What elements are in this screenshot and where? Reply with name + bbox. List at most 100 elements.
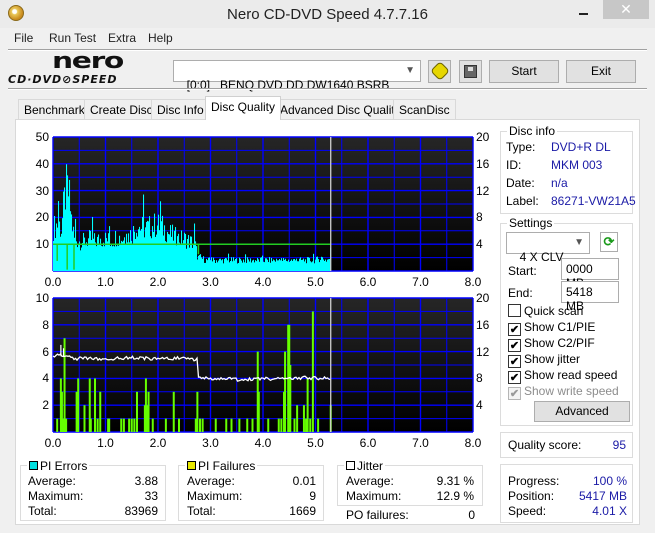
speed-select[interactable]: 4 X CLV ▼ bbox=[506, 232, 590, 264]
pie-bar bbox=[96, 246, 98, 271]
save-button[interactable] bbox=[459, 60, 482, 83]
pie-bar bbox=[286, 260, 288, 271]
pie-bar bbox=[125, 243, 127, 271]
y-tick-label: 8 bbox=[42, 317, 49, 332]
exit-button[interactable]: Exit bbox=[566, 60, 636, 83]
checkbox-show-read-speed[interactable]: ✔ Show read speed bbox=[508, 368, 617, 384]
x-tick-label: 7.0 bbox=[412, 275, 429, 289]
pie-bar bbox=[282, 260, 284, 271]
start-input[interactable]: 0000 MB bbox=[561, 258, 619, 290]
checkbox-show-jitter[interactable]: ✔ Show jitter bbox=[508, 352, 580, 368]
tab-advanced-disc-quality[interactable]: Advanced Disc Quality bbox=[274, 99, 407, 119]
pie-bar bbox=[321, 256, 323, 271]
menu-extra[interactable]: Extra bbox=[108, 31, 136, 45]
pie-bar bbox=[108, 233, 110, 271]
settings-title: Settings bbox=[507, 216, 555, 230]
start-button[interactable]: Start bbox=[489, 60, 559, 83]
pie-bar bbox=[323, 259, 325, 271]
window-title: Nero CD-DVD Speed 4.7.7.16 bbox=[227, 6, 428, 23]
pie-bar bbox=[99, 243, 101, 271]
pi-errors-title: PI Errors bbox=[27, 459, 90, 473]
tab-disc-info[interactable]: Disc Info bbox=[151, 99, 210, 119]
menu-file[interactable]: File bbox=[14, 31, 33, 45]
menu-help[interactable]: Help bbox=[148, 31, 173, 45]
pif-bar bbox=[147, 391, 150, 432]
disc-info-value: 86271-VW21A5 bbox=[551, 194, 636, 208]
pie-bar bbox=[232, 261, 234, 271]
quality-score-label: Quality score: bbox=[508, 438, 582, 452]
pie-bar bbox=[170, 225, 172, 271]
menu-run-test[interactable]: Run Test bbox=[49, 31, 96, 45]
pie-bar bbox=[192, 247, 194, 271]
pif-bar bbox=[94, 378, 96, 432]
pie-bar bbox=[87, 245, 89, 271]
pie-bar bbox=[307, 257, 309, 271]
tab-disc-quality[interactable]: Disc Quality bbox=[205, 96, 282, 120]
pie-bar bbox=[123, 240, 125, 271]
pie-bar bbox=[261, 257, 263, 271]
tab-create-disc[interactable]: Create Disc bbox=[84, 99, 159, 119]
pie-bar bbox=[235, 258, 237, 271]
pie-bar bbox=[178, 233, 180, 271]
pie-bar bbox=[310, 261, 312, 271]
pie-bar bbox=[200, 254, 202, 271]
pif-bar bbox=[151, 418, 154, 432]
x-tick-label: 0.0 bbox=[44, 436, 62, 450]
pie-bar bbox=[227, 260, 229, 271]
pie-bar bbox=[145, 227, 147, 271]
pie-bar bbox=[231, 257, 233, 271]
pie-bar bbox=[72, 231, 74, 271]
pie-bar bbox=[212, 261, 214, 271]
pie-bar bbox=[320, 259, 322, 271]
close-button[interactable]: ✕ bbox=[603, 0, 649, 19]
checkbox-show-c2-pif[interactable]: ✔ Show C2/PIF bbox=[508, 336, 595, 352]
pif-jitter-chart bbox=[52, 297, 474, 433]
end-input[interactable]: 5418 MB bbox=[561, 281, 619, 313]
pif-bar bbox=[56, 418, 59, 432]
pie-bar bbox=[105, 232, 107, 271]
pie-bar bbox=[193, 244, 195, 271]
pie-bar bbox=[285, 258, 287, 271]
pie-bar bbox=[102, 246, 104, 271]
toolbar-divider bbox=[8, 88, 647, 90]
checkbox-quick-scan[interactable]: Quick scan bbox=[508, 304, 583, 318]
pie-bar bbox=[173, 240, 175, 271]
drive-select[interactable]: [0:0] BENQ DVD DD DW1640 BSRB ▼ bbox=[173, 60, 421, 92]
checkmark-icon: ✔ bbox=[508, 355, 521, 368]
pif-bar bbox=[306, 378, 309, 432]
pie-bar bbox=[222, 259, 224, 271]
pie-bar bbox=[224, 258, 226, 271]
disc-info-label: Label: bbox=[506, 194, 539, 208]
pie-bar bbox=[189, 247, 191, 271]
pie-bar bbox=[194, 223, 196, 271]
pie-bar bbox=[104, 246, 106, 271]
checkbox-show-c1-pie[interactable]: ✔ Show C1/PIE bbox=[508, 320, 595, 336]
tab-scandisc[interactable]: ScanDisc bbox=[393, 99, 456, 119]
pie-bar bbox=[114, 246, 116, 271]
refresh-speed-button[interactable]: ⟳ bbox=[600, 232, 618, 252]
minimize-button[interactable] bbox=[570, 0, 598, 28]
pif-bar bbox=[133, 418, 136, 432]
pie-chart bbox=[52, 136, 474, 272]
pie-bar bbox=[59, 221, 61, 271]
pie-bar bbox=[298, 261, 300, 271]
tab-benchmark[interactable]: Benchmark bbox=[18, 99, 91, 119]
chevron-down-icon: ▼ bbox=[405, 65, 415, 76]
drive-info-button[interactable] bbox=[428, 60, 451, 83]
pie-bar bbox=[275, 261, 277, 271]
pie-bar bbox=[299, 258, 301, 271]
pie-bar bbox=[312, 261, 314, 271]
pie-bar bbox=[228, 253, 230, 271]
pie-bar bbox=[268, 262, 270, 271]
chevron-down-icon: ▼ bbox=[574, 237, 584, 248]
x-tick-label: 3.0 bbox=[202, 275, 219, 289]
pie-bar bbox=[69, 179, 71, 271]
pie-bar bbox=[216, 260, 218, 271]
disc-info-title: Disc info bbox=[507, 124, 558, 138]
advanced-button[interactable]: Advanced bbox=[534, 401, 630, 422]
pie-bar bbox=[119, 235, 121, 271]
checkbox-empty-icon bbox=[508, 304, 521, 317]
pie-bar bbox=[165, 241, 167, 271]
x-tick-label: 3.0 bbox=[202, 436, 219, 450]
pie-bar bbox=[211, 257, 213, 271]
